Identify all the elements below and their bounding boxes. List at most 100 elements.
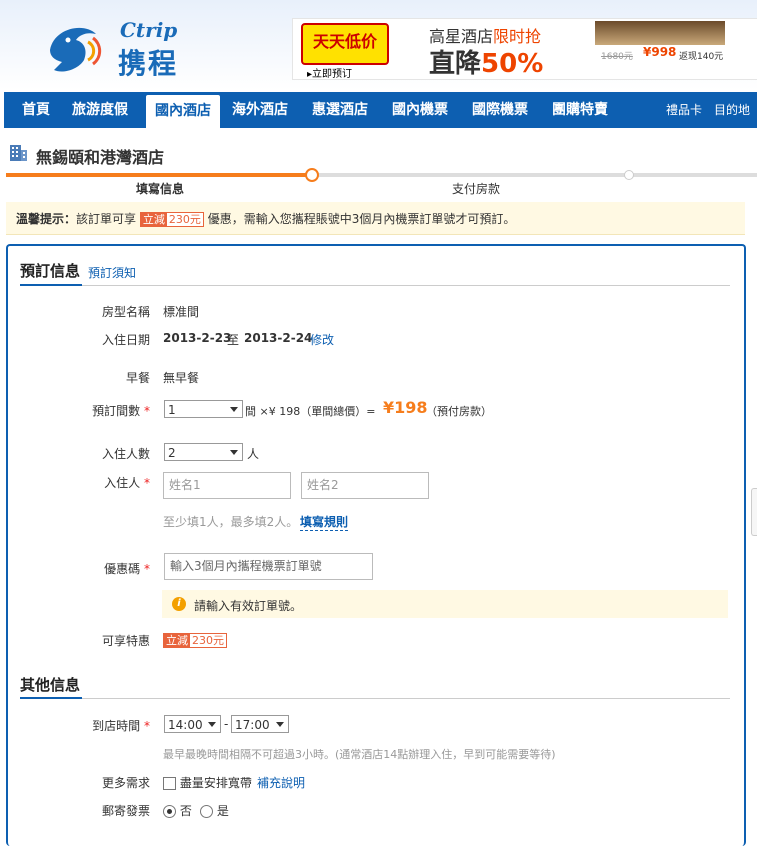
arrival-hint: 最早最晚時間相隔不可超過3小時。(通常酒店14點辦理入住，早到可能需要等待) — [163, 748, 556, 761]
guests-select[interactable]: 2 — [164, 443, 243, 461]
guests-label: 入住人數 — [101, 447, 150, 461]
coupon-input[interactable]: 輸入3個月內攜程機票訂單號 — [164, 553, 373, 580]
discount-badge: 立減 230元 — [139, 212, 204, 227]
nav-group-buy[interactable]: 團購特賣 — [552, 92, 608, 128]
banner-cashback: 返现140元 — [679, 52, 724, 62]
progress-step1-dot — [305, 168, 319, 182]
occupant-label-text: 入住人 — [104, 476, 141, 490]
nav-deal-hotel[interactable]: 惠選酒店 — [312, 92, 368, 128]
benefit-badge-amount: 230元 — [190, 634, 226, 647]
required-star: * — [144, 476, 150, 490]
arrival-dash: - — [224, 717, 229, 731]
room-type-label: 房型名稱 — [101, 305, 150, 319]
side-feedback-tab[interactable] — [751, 488, 757, 536]
chevron-down-icon — [230, 450, 238, 455]
arrival-from-select[interactable]: 14:00 — [164, 715, 221, 733]
banner-old-price: 1680元 — [601, 52, 633, 62]
total-price: ¥198 — [383, 398, 428, 417]
invoice-no-radio[interactable] — [163, 805, 176, 818]
broadband-checkbox[interactable] — [163, 777, 176, 790]
logo-text-cn[interactable]: 携程 — [118, 42, 178, 82]
coupon-label: 優惠碼 * — [30, 560, 150, 577]
invoice-no-option[interactable]: 否 — [163, 802, 192, 819]
supplement-link[interactable]: 補充說明 — [257, 774, 305, 791]
discount-amount: 230元 — [166, 213, 203, 226]
progress-fill — [6, 173, 312, 177]
guests-select-value: 2 — [168, 446, 176, 460]
notice-bar: 溫馨提示：該訂單可享 立減 230元 優惠，需輸入您攜程賬號中3個月內機票訂單號才… — [6, 202, 745, 235]
hotel-name: 無錫頤和港灣酒店 — [36, 148, 165, 167]
coupon-warning: i 請輸入有效訂單號。 — [162, 590, 728, 618]
notice-text: 溫馨提示：該訂單可享 立減 230元 優惠，需輸入您攜程賬號中3個月內機票訂單號才… — [16, 210, 515, 227]
nav-domestic-hotel[interactable]: 國內酒店 — [146, 95, 220, 128]
other-section-divider — [20, 698, 730, 699]
banner-book-link[interactable]: ▸立即预订 — [307, 65, 352, 80]
logo-text-en[interactable]: Ctrip — [120, 18, 177, 42]
coupon-label-text: 優惠碼 — [104, 562, 141, 576]
benefit-badge-wrap: 立減 230元 — [163, 633, 227, 648]
edit-dates-link[interactable]: 修改 — [310, 331, 334, 348]
discount-label: 立減 — [140, 213, 167, 226]
progress-step2-dot — [624, 170, 634, 180]
other-section-title: 其他信息 — [20, 676, 81, 694]
progress-step1-label: 填寫信息 — [136, 182, 185, 196]
invoice-label: 郵寄發票 — [101, 804, 150, 818]
booking-section-title: 預訂信息 — [20, 262, 81, 280]
coupon-warning-text: 請輸入有效訂單號。 — [194, 599, 303, 613]
promo-banner[interactable]: 天天低价 ▸立即预订 高星酒店限时抢 直降50% 1680元 ¥998 返现14… — [292, 18, 757, 80]
chevron-down-icon — [208, 722, 216, 727]
breakfast-value: 無早餐 — [163, 371, 200, 385]
other-section-underline — [20, 697, 82, 699]
arrival-to-select[interactable]: 17:00 — [231, 715, 289, 733]
nav-vacation[interactable]: 旅游度假 — [72, 92, 128, 128]
notice-text-b: 優惠，需輸入您攜程賬號中3個月內機票訂單號才可預訂。 — [207, 212, 516, 226]
benefit-label: 可享特惠 — [101, 634, 150, 648]
booking-section-divider — [20, 285, 730, 286]
nav-domestic-flight[interactable]: 國內機票 — [392, 92, 448, 128]
broadband-label: 盡量安排寬帶 — [179, 776, 252, 790]
arrival-label: 到店時間 * — [30, 717, 150, 734]
banner-new-price: ¥998 — [643, 45, 677, 59]
broadband-option[interactable]: 盡量安排寬帶 — [163, 774, 252, 791]
nav-intl-flight[interactable]: 國際機票 — [472, 92, 528, 128]
rooms-calc: 間 ×¥ 198（單間總價）= — [245, 405, 376, 418]
fill-rules-link[interactable]: 填寫規則 — [300, 513, 349, 531]
banner-line2-a: 直降 — [429, 49, 482, 79]
invoice-yes-option[interactable]: 是 — [200, 802, 229, 819]
occupant-hint: 至少填1人，最多填2人。 — [163, 515, 299, 529]
occupant-name1-input[interactable]: 姓名1 — [163, 472, 291, 499]
benefit-badge-label: 立減 — [164, 634, 190, 647]
dates-separator: 至 — [227, 333, 240, 347]
invoice-no-label: 否 — [179, 804, 192, 818]
booking-notice-link[interactable]: 預訂須知 — [88, 264, 136, 281]
benefit-badge: 立減 230元 — [163, 633, 227, 648]
nav-destination[interactable]: 目的地攻 — [714, 92, 757, 153]
nav-overseas-hotel[interactable]: 海外酒店 — [232, 92, 288, 128]
dolphin-logo-icon[interactable] — [44, 20, 104, 76]
required-star: * — [144, 562, 150, 576]
banner-calendar-text: 天天低价 — [312, 32, 377, 51]
guests-unit: 人 — [247, 447, 260, 461]
breakfast-label: 早餐 — [125, 371, 150, 385]
site-header: Ctrip 携程 天天低价 ▸立即预订 高星酒店限时抢 直降50% 1680元 … — [0, 0, 757, 90]
room-type-value: 標准間 — [163, 305, 200, 319]
occupant-label: 入住人 * — [30, 474, 150, 491]
banner-calendar: 天天低价 — [301, 23, 389, 65]
required-star: * — [144, 404, 150, 418]
info-icon: i — [172, 597, 186, 611]
invoice-yes-radio[interactable] — [200, 805, 213, 818]
rooms-select[interactable]: 1 — [164, 400, 243, 418]
nav-home[interactable]: 首頁 — [22, 92, 50, 128]
notice-prefix: 溫馨提示： — [16, 212, 77, 226]
invoice-yes-label: 是 — [216, 804, 229, 818]
checkin-date: 2013-2-23 — [163, 331, 232, 345]
rooms-label: 預訂間數 * — [30, 402, 150, 419]
occupant-name2-input[interactable]: 姓名2 — [301, 472, 429, 499]
rooms-label-text: 預訂間數 — [92, 404, 141, 418]
required-star: * — [144, 719, 150, 733]
stay-dates-label: 入住日期 — [101, 333, 150, 347]
prepay-note: （預付房款） — [426, 405, 492, 418]
chevron-down-icon — [276, 722, 284, 727]
building-icon — [10, 145, 27, 161]
nav-gift-card[interactable]: 禮品卡 — [666, 92, 702, 128]
